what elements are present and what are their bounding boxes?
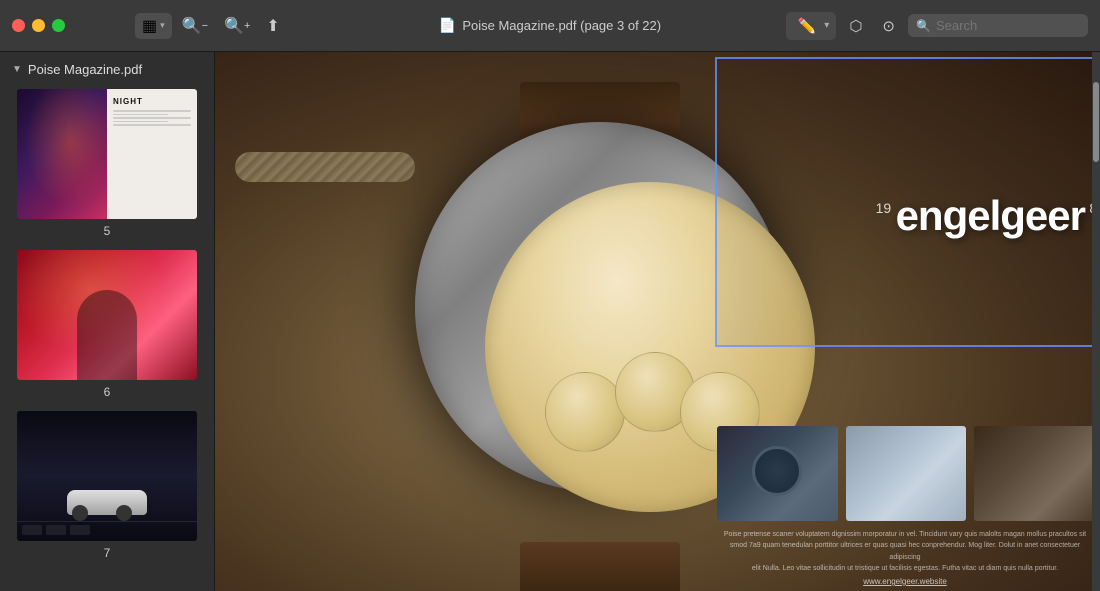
bottom-thumbnails	[717, 426, 1095, 521]
website-link[interactable]: www.engelgeer.website	[720, 577, 1090, 586]
bottom-thumb-1	[717, 426, 838, 521]
subdial-1	[545, 372, 625, 452]
thumb5-line4	[113, 121, 168, 123]
thumb5-left	[17, 89, 107, 219]
pdf-icon: 📄	[439, 17, 456, 34]
sidebar-header: ▼ Poise Magazine.pdf	[0, 52, 214, 85]
body-text: Poise pretense scaner voluptatem digniss…	[720, 529, 1090, 574]
thumb5-content: NIGHT	[17, 89, 197, 219]
zoom-out-button[interactable]: 🔍 −	[176, 12, 214, 40]
pencil-button[interactable]: ✏️	[793, 15, 822, 37]
thumb-img-7	[17, 411, 197, 541]
thumb6-content	[17, 250, 197, 380]
toolbar-right: ✏️ ▾ ⬡ ⊙ 🔍	[786, 12, 1100, 40]
thumb7-stats	[22, 525, 90, 535]
navigate-button[interactable]: ⊙	[875, 13, 902, 39]
thumb5-night-label: NIGHT	[113, 97, 191, 106]
sidebar-dropdown-icon: ▾	[160, 20, 165, 31]
sidebar-icon: ▦	[142, 16, 157, 36]
pencil-dropdown-icon[interactable]: ▾	[824, 20, 829, 31]
title-area: 📄 Poise Magazine.pdf (page 3 of 22)	[439, 17, 661, 34]
thumb7-floor	[17, 521, 197, 522]
thumb5-right: NIGHT	[107, 89, 197, 219]
share-icon: ⬆	[266, 16, 279, 36]
zoom-out-minus: −	[202, 20, 208, 32]
titlebar: ▦ ▾ 🔍 − 🔍 + ⬆ 📄 Poise Magazine.pdf (page…	[0, 0, 1100, 52]
thumb7-car	[67, 490, 147, 515]
share2-button[interactable]: ⬡	[842, 13, 869, 39]
sidebar-title: Poise Magazine.pdf	[28, 62, 142, 77]
search-wrap: 🔍	[908, 14, 1088, 37]
sidebar-collapse-icon[interactable]: ▼	[12, 64, 22, 75]
annotation-tools: ✏️ ▾	[786, 12, 837, 40]
watch-strap-bottom	[520, 542, 680, 591]
toolbar-left: ▦ ▾ 🔍 − 🔍 + ⬆	[65, 12, 286, 40]
sidebar-thumbnails[interactable]: NIGHT 5	[0, 85, 214, 591]
body-text-line1: Poise pretense scaner voluptatem digniss…	[724, 531, 1086, 538]
zoom-out-icon: 🔍	[182, 16, 202, 36]
thumb6-silhouette	[77, 290, 137, 380]
thumb-img-5: NIGHT	[17, 89, 197, 219]
bottom-thumb-3	[974, 426, 1095, 521]
thumb5-lines	[113, 110, 191, 128]
brand-overlay: 19 engelgeer 89	[896, 192, 1085, 240]
thumb-label-5: 5	[104, 224, 111, 238]
page-content: 19 engelgeer 89 Poise pretense scaner vo…	[215, 52, 1100, 591]
window-title: Poise Magazine.pdf (page 3 of 22)	[462, 18, 661, 33]
thumb5-line3	[113, 117, 191, 119]
thumb7-stat3	[70, 525, 90, 535]
body-text-line3: elit Nulla. Leo vitae sollicitudin ut tr…	[752, 565, 1058, 572]
close-button[interactable]	[12, 19, 25, 32]
bt1-watch-face	[752, 446, 802, 496]
thumb5-line5	[113, 124, 191, 126]
body-text-line2: smod 7a9 quam tenedulan porttitor ultric…	[730, 542, 1080, 560]
zoom-in-plus: +	[244, 20, 250, 32]
sidebar-toggle-button[interactable]: ▦ ▾	[135, 13, 172, 39]
scrollbar[interactable]	[1092, 52, 1100, 591]
bottom-text-area: Poise pretense scaner voluptatem digniss…	[720, 529, 1090, 586]
thumb-img-6	[17, 250, 197, 380]
thumbnail-page-7[interactable]: 7	[8, 411, 206, 560]
thumbnail-page-6[interactable]: 6	[8, 250, 206, 399]
scroll-thumb[interactable]	[1093, 82, 1099, 162]
share-button[interactable]: ⬆	[260, 12, 285, 40]
brand-name: engelgeer	[896, 192, 1085, 239]
minimize-button[interactable]	[32, 19, 45, 32]
thumb5-line1	[113, 110, 191, 112]
bottom-thumb-2	[846, 426, 967, 521]
thumbnail-page-5[interactable]: NIGHT 5	[8, 89, 206, 238]
zoom-in-button[interactable]: 🔍 +	[218, 12, 256, 40]
thumb-label-7: 7	[104, 546, 111, 560]
search-input[interactable]	[908, 14, 1088, 37]
window-controls	[0, 19, 65, 32]
thumb5-line2	[113, 114, 168, 116]
content-area[interactable]: 19 engelgeer 89 Poise pretense scaner vo…	[215, 52, 1100, 591]
sidebar: ▼ Poise Magazine.pdf NIGHT	[0, 52, 215, 591]
maximize-button[interactable]	[52, 19, 65, 32]
thumb7-content	[17, 411, 197, 541]
thumb7-stat1	[22, 525, 42, 535]
brand-number-left: 19	[876, 200, 892, 216]
thumb-label-6: 6	[104, 385, 111, 399]
main-area: ▼ Poise Magazine.pdf NIGHT	[0, 52, 1100, 591]
thumb7-stat2	[46, 525, 66, 535]
zoom-in-icon: 🔍	[224, 16, 244, 36]
